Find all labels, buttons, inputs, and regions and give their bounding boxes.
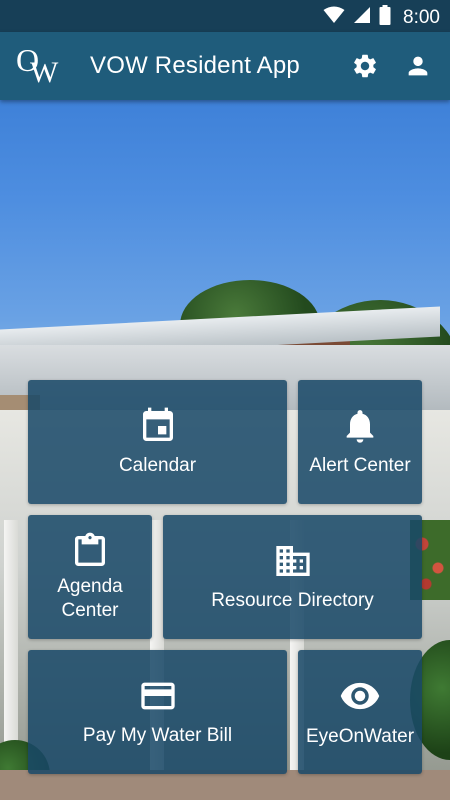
- credit-card-icon: [140, 682, 175, 710]
- account-person-icon: [408, 56, 428, 76]
- status-time: 8:00: [403, 6, 440, 28]
- settings-button[interactable]: [348, 49, 382, 83]
- calendar-label: Calendar: [118, 455, 197, 476]
- settings-gear-icon: [354, 54, 376, 78]
- account-button[interactable]: [401, 49, 435, 83]
- calendar-tile[interactable]: Calendar: [28, 380, 287, 504]
- app-bar: O W VOW Resident App: [0, 32, 450, 100]
- eyeonwater-label: EyeOnWater: [305, 726, 415, 747]
- app-logo: O W: [16, 42, 58, 89]
- agenda-center-label: Agenda Center: [57, 576, 123, 621]
- resource-directory-label: Resource Directory: [211, 590, 374, 611]
- eye-icon: [340, 682, 380, 710]
- calendar-icon: [142, 407, 173, 441]
- alert-center-tile[interactable]: Alert Center: [298, 380, 422, 504]
- battery-icon: [379, 5, 391, 30]
- app-title: VOW Resident App: [90, 52, 300, 79]
- logo-letter-w: W: [30, 56, 59, 89]
- bell-icon: [346, 410, 374, 443]
- status-bar: 8:00: [0, 0, 450, 32]
- pay-water-bill-label: Pay My Water Bill: [82, 725, 233, 746]
- building-icon: [275, 546, 310, 576]
- agenda-center-tile[interactable]: Agenda Center: [28, 515, 152, 639]
- alert-center-label: Alert Center: [309, 455, 411, 476]
- resource-directory-tile[interactable]: Resource Directory: [163, 515, 422, 639]
- eyeonwater-tile[interactable]: EyeOnWater: [298, 650, 422, 774]
- cellular-signal-icon: [353, 6, 371, 29]
- wifi-icon: [323, 6, 345, 29]
- clipboard-icon: [75, 532, 105, 566]
- pay-water-bill-tile[interactable]: Pay My Water Bill: [28, 650, 287, 774]
